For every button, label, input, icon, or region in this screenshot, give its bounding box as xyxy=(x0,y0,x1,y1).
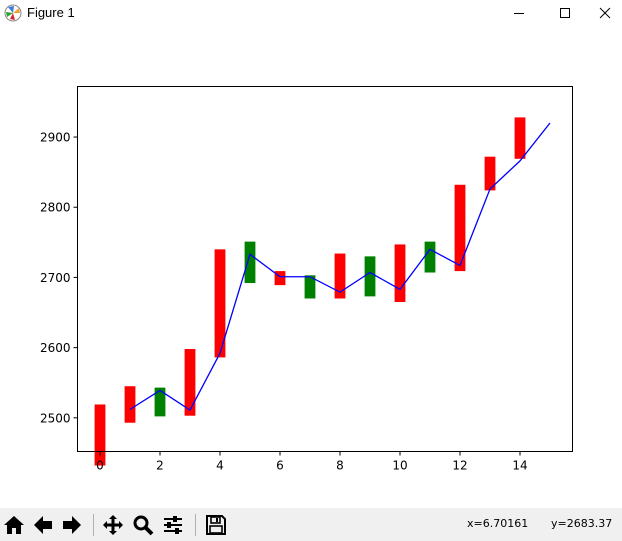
forward-arrow-icon xyxy=(63,516,81,534)
pan-button[interactable] xyxy=(100,511,126,539)
save-icon xyxy=(206,515,226,535)
x-tick-label: 6 xyxy=(276,459,284,473)
home-icon xyxy=(4,516,24,534)
subplots-config-icon xyxy=(164,516,182,534)
cursor-y-readout: y=2683.37 xyxy=(551,517,613,530)
candle-down-bar xyxy=(244,241,256,284)
candle-up-bar xyxy=(124,386,136,423)
minimize-button[interactable] xyxy=(496,0,542,26)
save-button[interactable] xyxy=(203,511,229,539)
candle-down-bar xyxy=(364,256,376,297)
x-tick-label: 4 xyxy=(216,459,224,473)
x-tick-label: 12 xyxy=(452,459,467,473)
y-axis: 2500 2600 2700 2800 2900 xyxy=(40,131,78,425)
toolbar-separator xyxy=(195,514,196,536)
x-axis: 0 2 4 6 8 10 12 14 xyxy=(96,451,528,473)
plot-frame xyxy=(77,86,573,452)
candle-down-bar xyxy=(154,387,166,417)
home-button[interactable] xyxy=(1,511,27,539)
close-button[interactable] xyxy=(588,0,622,26)
minimize-icon xyxy=(514,13,524,14)
x-tick-label: 10 xyxy=(392,459,407,473)
y-tick-label: 2800 xyxy=(40,201,71,215)
y-tick-label: 2500 xyxy=(40,411,71,425)
close-icon xyxy=(599,7,611,19)
subplots-config-button[interactable] xyxy=(160,511,186,539)
cursor-x-readout: x=6.70161 xyxy=(467,517,529,530)
candle-up-bar xyxy=(184,349,196,416)
maximize-button[interactable] xyxy=(542,0,588,26)
back-arrow-icon xyxy=(34,516,52,534)
toolbar-separator xyxy=(93,514,94,536)
matplotlib-icon xyxy=(4,4,22,22)
window-titlebar: Figure 1 xyxy=(0,0,622,26)
candle-up-bar xyxy=(94,404,106,466)
figure-canvas[interactable]: 0 2 4 6 8 10 12 14 2500 2600 2700 2800 2900 xyxy=(0,26,622,508)
candle-down-bar xyxy=(424,241,436,273)
forward-button[interactable] xyxy=(59,511,85,539)
x-tick-label: 14 xyxy=(512,459,527,473)
x-tick-label: 8 xyxy=(336,459,344,473)
x-tick-label: 2 xyxy=(156,459,164,473)
y-tick-label: 2700 xyxy=(40,271,71,285)
maximize-icon xyxy=(560,8,570,18)
zoom-button[interactable] xyxy=(130,511,156,539)
candle-up-bar xyxy=(394,244,406,302)
y-tick-label: 2900 xyxy=(40,131,71,145)
x-tick-label: 0 xyxy=(96,459,104,473)
candles-layer xyxy=(94,117,526,466)
navigation-toolbar: x=6.70161 y=2683.37 xyxy=(0,508,622,541)
zoom-icon xyxy=(133,515,154,536)
pan-icon xyxy=(103,515,123,535)
back-button[interactable] xyxy=(30,511,56,539)
y-tick-label: 2600 xyxy=(40,341,71,355)
candle-up-bar xyxy=(514,117,526,159)
candle-up-bar xyxy=(454,184,466,272)
candlestick-chart: 0 2 4 6 8 10 12 14 2500 2600 2700 2800 2900 xyxy=(40,86,573,473)
window-title: Figure 1 xyxy=(27,5,75,20)
